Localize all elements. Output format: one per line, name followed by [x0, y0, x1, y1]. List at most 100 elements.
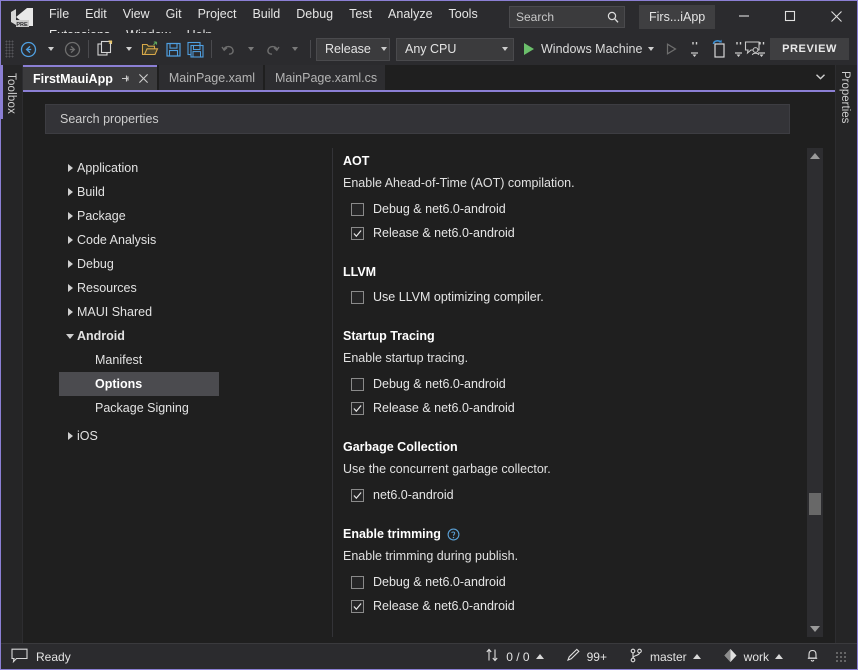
tree-item-package-signing[interactable]: Package Signing [45, 396, 332, 420]
scroll-down-icon[interactable] [807, 621, 823, 637]
menu-edit[interactable]: Edit [77, 3, 115, 24]
checkbox-row-aot-debug[interactable]: Debug & net6.0-android [343, 199, 827, 219]
document-tab-strip: FirstMauiApp MainPage.xaml MainPage.xaml… [23, 65, 857, 90]
checkbox-checked-icon[interactable] [351, 488, 364, 502]
section-title: Enable trimming [343, 527, 827, 541]
pin-icon[interactable] [120, 73, 131, 84]
checkbox-unchecked-icon[interactable] [351, 202, 364, 216]
chevron-right-icon[interactable] [63, 164, 77, 172]
chevron-down-icon[interactable] [815, 69, 826, 87]
checkbox-row-gc-net6[interactable]: net6.0-android [343, 485, 827, 505]
save-icon[interactable] [162, 37, 184, 61]
live-visual-tree-icon[interactable] [686, 37, 708, 61]
section-title: Startup Tracing [343, 329, 435, 343]
menu-tools[interactable]: Tools [441, 3, 486, 24]
redo-dropdown[interactable] [283, 37, 305, 61]
chevron-right-icon[interactable] [63, 188, 77, 196]
toolbox-tab-strip[interactable]: Toolbox [1, 65, 23, 643]
close-icon[interactable] [813, 1, 858, 31]
preview-badge[interactable]: PREVIEW [770, 38, 849, 60]
close-tab-icon[interactable] [138, 73, 149, 84]
toolbar-grip[interactable] [5, 40, 14, 58]
tree-item-ios[interactable]: iOS [45, 424, 332, 448]
checkbox-checked-icon[interactable] [351, 401, 364, 415]
redo-icon[interactable] [261, 37, 283, 61]
tab-firstmauiapp[interactable]: FirstMauiApp [23, 65, 157, 90]
checkbox-row-aot-release[interactable]: Release & net6.0-android [343, 223, 827, 243]
resize-grip-icon[interactable] [835, 650, 847, 663]
undo-dropdown[interactable] [239, 37, 261, 61]
search-properties-input[interactable]: Search properties [45, 104, 790, 134]
menu-project[interactable]: Project [190, 3, 245, 24]
checkbox-row-trim-release[interactable]: Release & net6.0-android [343, 596, 827, 616]
tree-item-manifest[interactable]: Manifest [45, 348, 332, 372]
play-outline-icon[interactable] [660, 37, 682, 61]
checkbox-checked-icon[interactable] [351, 599, 364, 613]
scroll-up-icon[interactable] [807, 148, 823, 164]
tab-mainpage-xaml[interactable]: MainPage.xaml [158, 65, 264, 90]
search-input[interactable]: Search [509, 6, 625, 28]
chevron-right-icon[interactable] [63, 432, 77, 440]
scrollbar-thumb[interactable] [809, 493, 821, 515]
platform-selector[interactable]: Any CPU [396, 37, 514, 61]
properties-vertical-scrollbar[interactable] [807, 148, 823, 637]
tree-item-package[interactable]: Package [45, 204, 332, 228]
hot-reload-icon[interactable] [708, 37, 730, 61]
configuration-selector[interactable]: Release [316, 37, 390, 61]
caret-up-icon [692, 654, 701, 659]
caret-up-icon [775, 654, 783, 659]
repository-selector[interactable]: work [712, 644, 794, 670]
tree-item-code-analysis[interactable]: Code Analysis [45, 228, 332, 252]
minimize-icon[interactable] [721, 1, 767, 31]
checkbox-checked-icon[interactable] [351, 226, 364, 240]
maximize-icon[interactable] [767, 1, 813, 31]
source-control-sync[interactable]: 0 / 0 [474, 644, 554, 670]
toolbar-separator-3 [310, 40, 311, 58]
chevron-right-icon[interactable] [63, 236, 77, 244]
navigate-forward-icon[interactable] [61, 37, 83, 61]
chevron-right-icon[interactable] [63, 284, 77, 292]
chevron-right-icon[interactable] [63, 308, 77, 316]
new-item-dropdown[interactable] [117, 37, 139, 61]
save-all-icon[interactable] [184, 37, 206, 61]
open-file-icon[interactable] [139, 37, 162, 61]
section-llvm: LLVM Use LLVM optimizing compiler. [343, 265, 827, 307]
tree-item-build[interactable]: Build [45, 180, 332, 204]
chevron-down-icon[interactable] [63, 333, 77, 339]
branch-selector[interactable]: master [618, 644, 712, 670]
run-target-button[interactable]: Windows Machine [524, 42, 655, 56]
tree-item-resources[interactable]: Resources [45, 276, 332, 300]
checkbox-row-tracing-release[interactable]: Release & net6.0-android [343, 398, 827, 418]
menu-file[interactable]: File [41, 3, 77, 24]
chevron-right-icon[interactable] [63, 260, 77, 268]
menu-view[interactable]: View [115, 3, 158, 24]
tree-item-application[interactable]: Application [45, 156, 332, 180]
tree-item-debug[interactable]: Debug [45, 252, 332, 276]
checkbox-row-llvm[interactable]: Use LLVM optimizing compiler. [343, 287, 827, 307]
help-icon[interactable] [447, 528, 460, 541]
properties-tab-strip[interactable]: Properties [835, 65, 857, 643]
menu-debug[interactable]: Debug [288, 3, 341, 24]
menu-build[interactable]: Build [244, 3, 288, 24]
checkbox-row-tracing-debug[interactable]: Debug & net6.0-android [343, 374, 827, 394]
chevron-right-icon[interactable] [63, 212, 77, 220]
pending-changes[interactable]: 99+ [555, 644, 618, 670]
navigate-back-icon[interactable] [17, 37, 39, 61]
menu-test[interactable]: Test [341, 3, 380, 24]
send-feedback-icon[interactable] [744, 40, 763, 62]
project-chip[interactable]: Firs...iApp [639, 5, 716, 29]
notifications-button[interactable] [794, 644, 831, 670]
tree-item-options[interactable]: Options [59, 372, 219, 396]
menu-git[interactable]: Git [158, 3, 190, 24]
checkbox-unchecked-icon[interactable] [351, 377, 364, 391]
menu-analyze[interactable]: Analyze [380, 3, 440, 24]
tree-item-maui-shared[interactable]: MAUI Shared [45, 300, 332, 324]
checkbox-row-trim-debug[interactable]: Debug & net6.0-android [343, 572, 827, 592]
undo-icon[interactable] [217, 37, 239, 61]
tree-item-android[interactable]: Android [45, 324, 332, 348]
navigate-back-dropdown[interactable] [39, 37, 61, 61]
checkbox-unchecked-icon[interactable] [351, 290, 364, 304]
tab-mainpage-xaml-cs[interactable]: MainPage.xaml.cs [265, 65, 386, 90]
new-item-icon[interactable] [94, 37, 117, 61]
checkbox-unchecked-icon[interactable] [351, 575, 364, 589]
